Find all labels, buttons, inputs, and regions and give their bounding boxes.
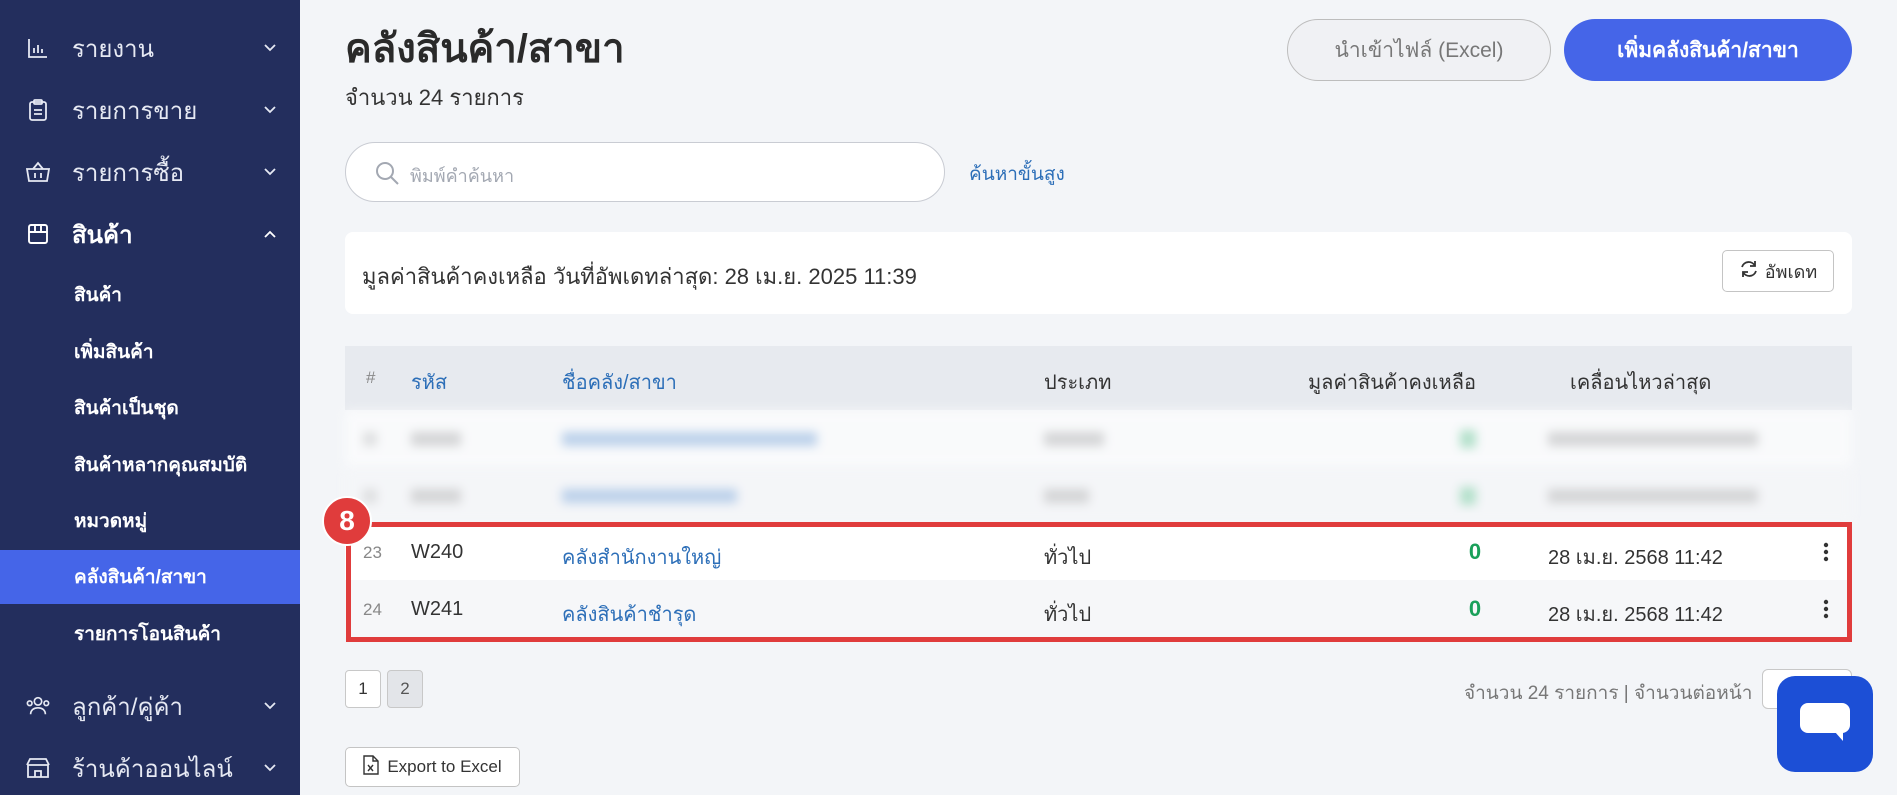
sidebar-subitem-products[interactable]: สินค้า <box>0 268 300 322</box>
sidebar-subitem-product-variants[interactable]: สินค้าหลากคุณสมบัติ <box>0 438 300 492</box>
col-last-moved: เคลื่อนไหวล่าสุด <box>1570 372 1712 394</box>
sidebar-subitem-label: คลังสินค้า/สาขา <box>74 567 207 588</box>
chat-bubble-icon <box>1799 702 1851 747</box>
update-button-label: อัพเดท <box>1764 261 1818 282</box>
col-name[interactable]: ชื่อคลัง/สาขา <box>562 366 677 398</box>
sidebar-subitem-label: หมวดหมู่ <box>74 511 148 532</box>
sidebar-subitem-label: สินค้าหลากคุณสมบัติ <box>74 455 248 476</box>
sidebar-subitem-add-product[interactable]: เพิ่มสินค้า <box>0 325 300 379</box>
sidebar-subitem-categories[interactable]: หมวดหมู่ <box>0 494 300 548</box>
sidebar-item-label: ร้านค้าออนไลน์ <box>72 755 233 783</box>
col-type: ประเภท <box>1044 372 1112 394</box>
search-placeholder: พิมพ์คำค้นหา <box>410 166 515 186</box>
inventory-summary-text: มูลค่าสินค้าคงเหลือ วันที่อัพเดทล่าสุด: … <box>362 264 917 289</box>
excel-file-icon <box>363 754 380 780</box>
sidebar-item-label: รายงาน <box>72 35 155 63</box>
export-excel-button[interactable]: Export to Excel <box>345 747 520 787</box>
sidebar-item-label: สินค้า <box>72 221 133 249</box>
table-row-blurred <box>345 410 1852 467</box>
update-button[interactable]: อัพเดท <box>1722 250 1834 292</box>
page-title: คลังสินค้า/สาขา <box>345 27 625 71</box>
chat-widget-button[interactable] <box>1777 676 1873 772</box>
pagination-info: จำนวน 24 รายการ | จำนวนต่อหน้า <box>1464 683 1753 704</box>
chevron-down-icon <box>264 166 276 178</box>
export-button-label: Export to Excel <box>387 757 502 776</box>
sidebar-subitem-transfers[interactable]: รายการโอนสินค้า <box>0 607 300 661</box>
chevron-down-icon <box>264 104 276 116</box>
chevron-up-icon <box>264 228 276 240</box>
chevron-down-icon <box>264 700 276 712</box>
search-input[interactable]: พิมพ์คำค้นหา <box>345 142 945 202</box>
clipboard-icon <box>26 98 50 122</box>
sidebar-item-products[interactable]: สินค้า <box>0 209 300 259</box>
sidebar-item-label: รายการขาย <box>72 97 198 125</box>
bar-chart-icon <box>26 36 50 60</box>
sidebar-subitem-label: สินค้าเป็นชุด <box>74 398 179 419</box>
sidebar-subitem-label: รายการโอนสินค้า <box>74 624 221 645</box>
sidebar-item-online-store[interactable]: ร้านค้าออนไลน์ <box>0 743 300 793</box>
advanced-search-link[interactable]: ค้นหาขั้นสูง <box>969 159 1065 189</box>
sidebar-item-sales[interactable]: รายการขาย <box>0 85 300 135</box>
store-icon <box>26 756 50 780</box>
step-badge: 8 <box>322 496 372 546</box>
table-header: # รหัส ชื่อคลัง/สาขา ประเภท มูลค่าสินค้า… <box>345 346 1852 410</box>
sidebar-item-label: ลูกค้า/คู่ค้า <box>72 693 184 721</box>
chevron-down-icon <box>264 42 276 54</box>
table-row-blurred <box>345 467 1852 524</box>
sidebar-item-customers[interactable]: ลูกค้า/คู่ค้า <box>0 681 300 731</box>
inventory-summary-card: มูลค่าสินค้าคงเหลือ วันที่อัพเดทล่าสุด: … <box>345 232 1852 314</box>
sidebar: รายงาน รายการขาย รายการซื้อ สินค้า สินค้… <box>0 0 300 795</box>
sidebar-subitem-warehouses[interactable]: คลังสินค้า/สาขา <box>0 550 300 604</box>
refresh-icon <box>1739 259 1759 284</box>
col-value: มูลค่าสินค้าคงเหลือ <box>1308 372 1476 394</box>
record-count: จำนวน 24 รายการ <box>345 85 524 110</box>
box-icon <box>26 222 50 246</box>
search-icon <box>374 160 400 186</box>
page-button-2[interactable]: 2 <box>387 670 423 708</box>
sidebar-subitem-label: เพิ่มสินค้า <box>74 342 154 363</box>
sidebar-item-purchases[interactable]: รายการซื้อ <box>0 147 300 197</box>
sidebar-item-reports[interactable]: รายงาน <box>0 23 300 73</box>
sidebar-subitem-label: สินค้า <box>74 285 122 306</box>
add-warehouse-button[interactable]: เพิ่มคลังสินค้า/สาขา <box>1564 19 1852 81</box>
col-num: # <box>366 368 376 387</box>
page-button-1[interactable]: 1 <box>345 670 381 708</box>
sidebar-subitem-product-bundles[interactable]: สินค้าเป็นชุด <box>0 381 300 435</box>
sidebar-item-label: รายการซื้อ <box>72 159 185 187</box>
import-excel-button[interactable]: นำเข้าไฟล์ (Excel) <box>1287 19 1551 81</box>
highlight-box <box>346 522 1852 642</box>
chevron-down-icon <box>264 762 276 774</box>
users-icon <box>26 694 50 718</box>
col-code[interactable]: รหัส <box>411 366 447 398</box>
basket-icon <box>26 160 50 184</box>
